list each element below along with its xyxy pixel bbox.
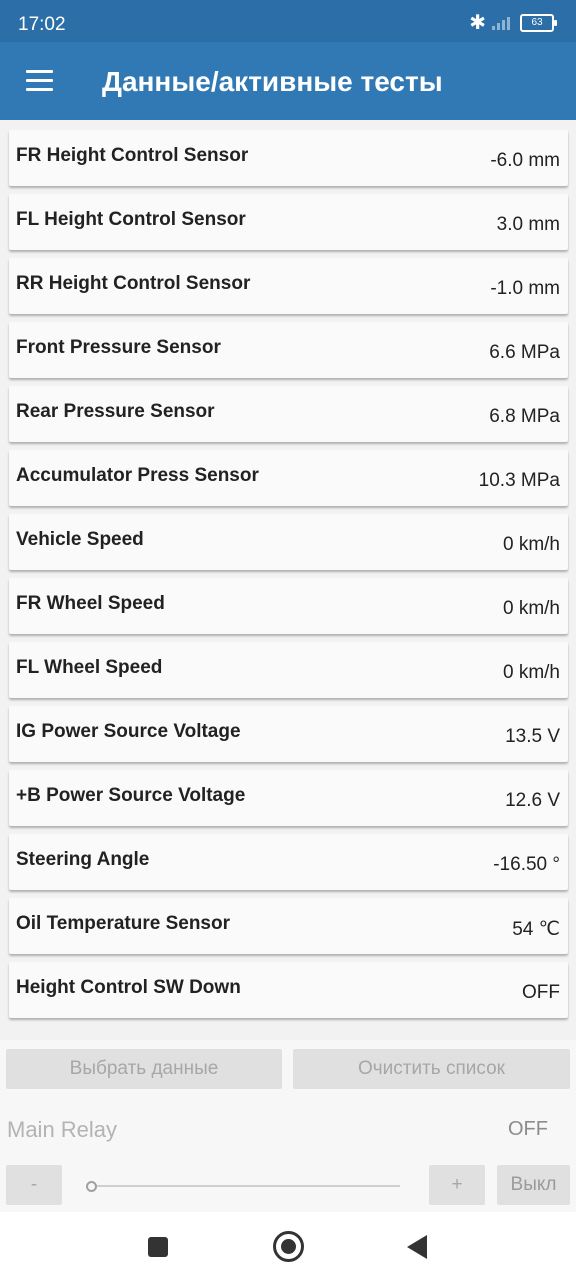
item-value: 0 km/h bbox=[502, 662, 560, 683]
list-item[interactable]: +B Power Source Voltage 12.6 V bbox=[9, 770, 568, 826]
item-label: Vehicle Speed bbox=[16, 529, 144, 550]
decrease-button[interactable]: - bbox=[6, 1165, 62, 1205]
list-item[interactable]: FR Height Control Sensor -6.0 mm bbox=[9, 130, 568, 186]
list-item[interactable]: Vehicle Speed 0 km/h bbox=[9, 514, 568, 570]
item-value: 3.0 mm bbox=[496, 214, 560, 235]
bluetooth-icon: ✱ bbox=[469, 12, 486, 34]
value-slider[interactable] bbox=[86, 1180, 400, 1192]
item-label: Rear Pressure Sensor bbox=[16, 401, 215, 422]
app-bar: Данные/активные тесты bbox=[0, 42, 576, 120]
off-button[interactable]: Выкл bbox=[497, 1165, 570, 1205]
item-label: +B Power Source Voltage bbox=[16, 785, 246, 806]
increase-button[interactable]: + bbox=[429, 1165, 485, 1205]
page-title: Данные/активные тесты bbox=[102, 66, 443, 97]
item-label: FL Wheel Speed bbox=[16, 657, 163, 678]
list-item[interactable]: FL Wheel Speed 0 km/h bbox=[9, 642, 568, 698]
list-item[interactable]: FL Height Control Sensor 3.0 mm bbox=[9, 194, 568, 250]
list-item[interactable]: RR Height Control Sensor -1.0 mm bbox=[9, 258, 568, 314]
status-icons: ✱ 63 bbox=[469, 12, 557, 34]
item-value: 0 km/h bbox=[502, 598, 560, 619]
list-item[interactable]: FR Wheel Speed 0 km/h bbox=[9, 578, 568, 634]
status-time: 17:02 bbox=[18, 14, 66, 35]
home-icon[interactable] bbox=[273, 1231, 304, 1262]
item-label: Steering Angle bbox=[16, 849, 150, 870]
menu-icon[interactable] bbox=[26, 70, 53, 91]
item-value: 12.6 V bbox=[505, 790, 560, 811]
bottom-panel: Выбрать данные Очистить список Main Rela… bbox=[0, 1040, 576, 1212]
item-value: 6.8 MPa bbox=[489, 406, 560, 427]
back-icon[interactable] bbox=[407, 1235, 427, 1259]
item-label: Height Control SW Down bbox=[16, 977, 241, 998]
select-data-button[interactable]: Выбрать данные bbox=[6, 1049, 282, 1089]
list-item[interactable]: Rear Pressure Sensor 6.8 MPa bbox=[9, 386, 568, 442]
data-list-content: FR Height Control Sensor -6.0 mm FL Heigh… bbox=[0, 130, 576, 1026]
item-value: 6.6 MPa bbox=[489, 342, 560, 363]
list-item[interactable]: Front Pressure Sensor 6.6 MPa bbox=[9, 322, 568, 378]
main-relay-value[interactable]: OFF bbox=[508, 1118, 548, 1141]
navigation-bar bbox=[0, 1212, 576, 1280]
item-label: Front Pressure Sensor bbox=[16, 337, 221, 358]
item-value: 0 km/h bbox=[502, 534, 560, 555]
clear-list-button[interactable]: Очистить список bbox=[293, 1049, 570, 1089]
item-label: RR Height Control Sensor bbox=[16, 273, 251, 294]
status-bar: 17:02 ✱ 63 bbox=[0, 0, 576, 42]
item-value: -16.50 ° bbox=[493, 854, 560, 875]
slider-thumb[interactable] bbox=[86, 1181, 97, 1192]
item-label: FR Wheel Speed bbox=[16, 593, 165, 614]
list-item[interactable]: Height Control SW Down OFF bbox=[9, 962, 568, 1018]
item-value: -6.0 mm bbox=[490, 150, 560, 171]
recent-apps-icon[interactable] bbox=[148, 1237, 168, 1257]
item-value: OFF bbox=[522, 982, 560, 1003]
item-value: 13.5 V bbox=[505, 726, 560, 747]
item-value: 54 ℃ bbox=[512, 919, 560, 940]
item-label: Oil Temperature Sensor bbox=[16, 913, 230, 934]
item-value: 10.3 MPa bbox=[478, 470, 560, 491]
slider-track bbox=[94, 1185, 400, 1187]
item-value: -1.0 mm bbox=[490, 278, 560, 299]
signal-icon bbox=[492, 16, 514, 30]
list-item[interactable]: IG Power Source Voltage 13.5 V bbox=[9, 706, 568, 762]
item-label: FR Height Control Sensor bbox=[16, 145, 249, 166]
item-label: FL Height Control Sensor bbox=[16, 209, 246, 230]
item-label: IG Power Source Voltage bbox=[16, 721, 241, 742]
data-list[interactable]: FR Height Control Sensor -6.0 mm FL Heigh… bbox=[0, 120, 576, 1040]
list-item[interactable]: Steering Angle -16.50 ° bbox=[9, 834, 568, 890]
battery-icon: 63 bbox=[520, 14, 557, 32]
main-relay-label: Main Relay bbox=[7, 1117, 118, 1142]
list-item[interactable]: Oil Temperature Sensor 54 ℃ bbox=[9, 898, 568, 954]
list-item[interactable]: Accumulator Press Sensor 10.3 MPa bbox=[9, 450, 568, 506]
item-label: Accumulator Press Sensor bbox=[16, 465, 259, 486]
